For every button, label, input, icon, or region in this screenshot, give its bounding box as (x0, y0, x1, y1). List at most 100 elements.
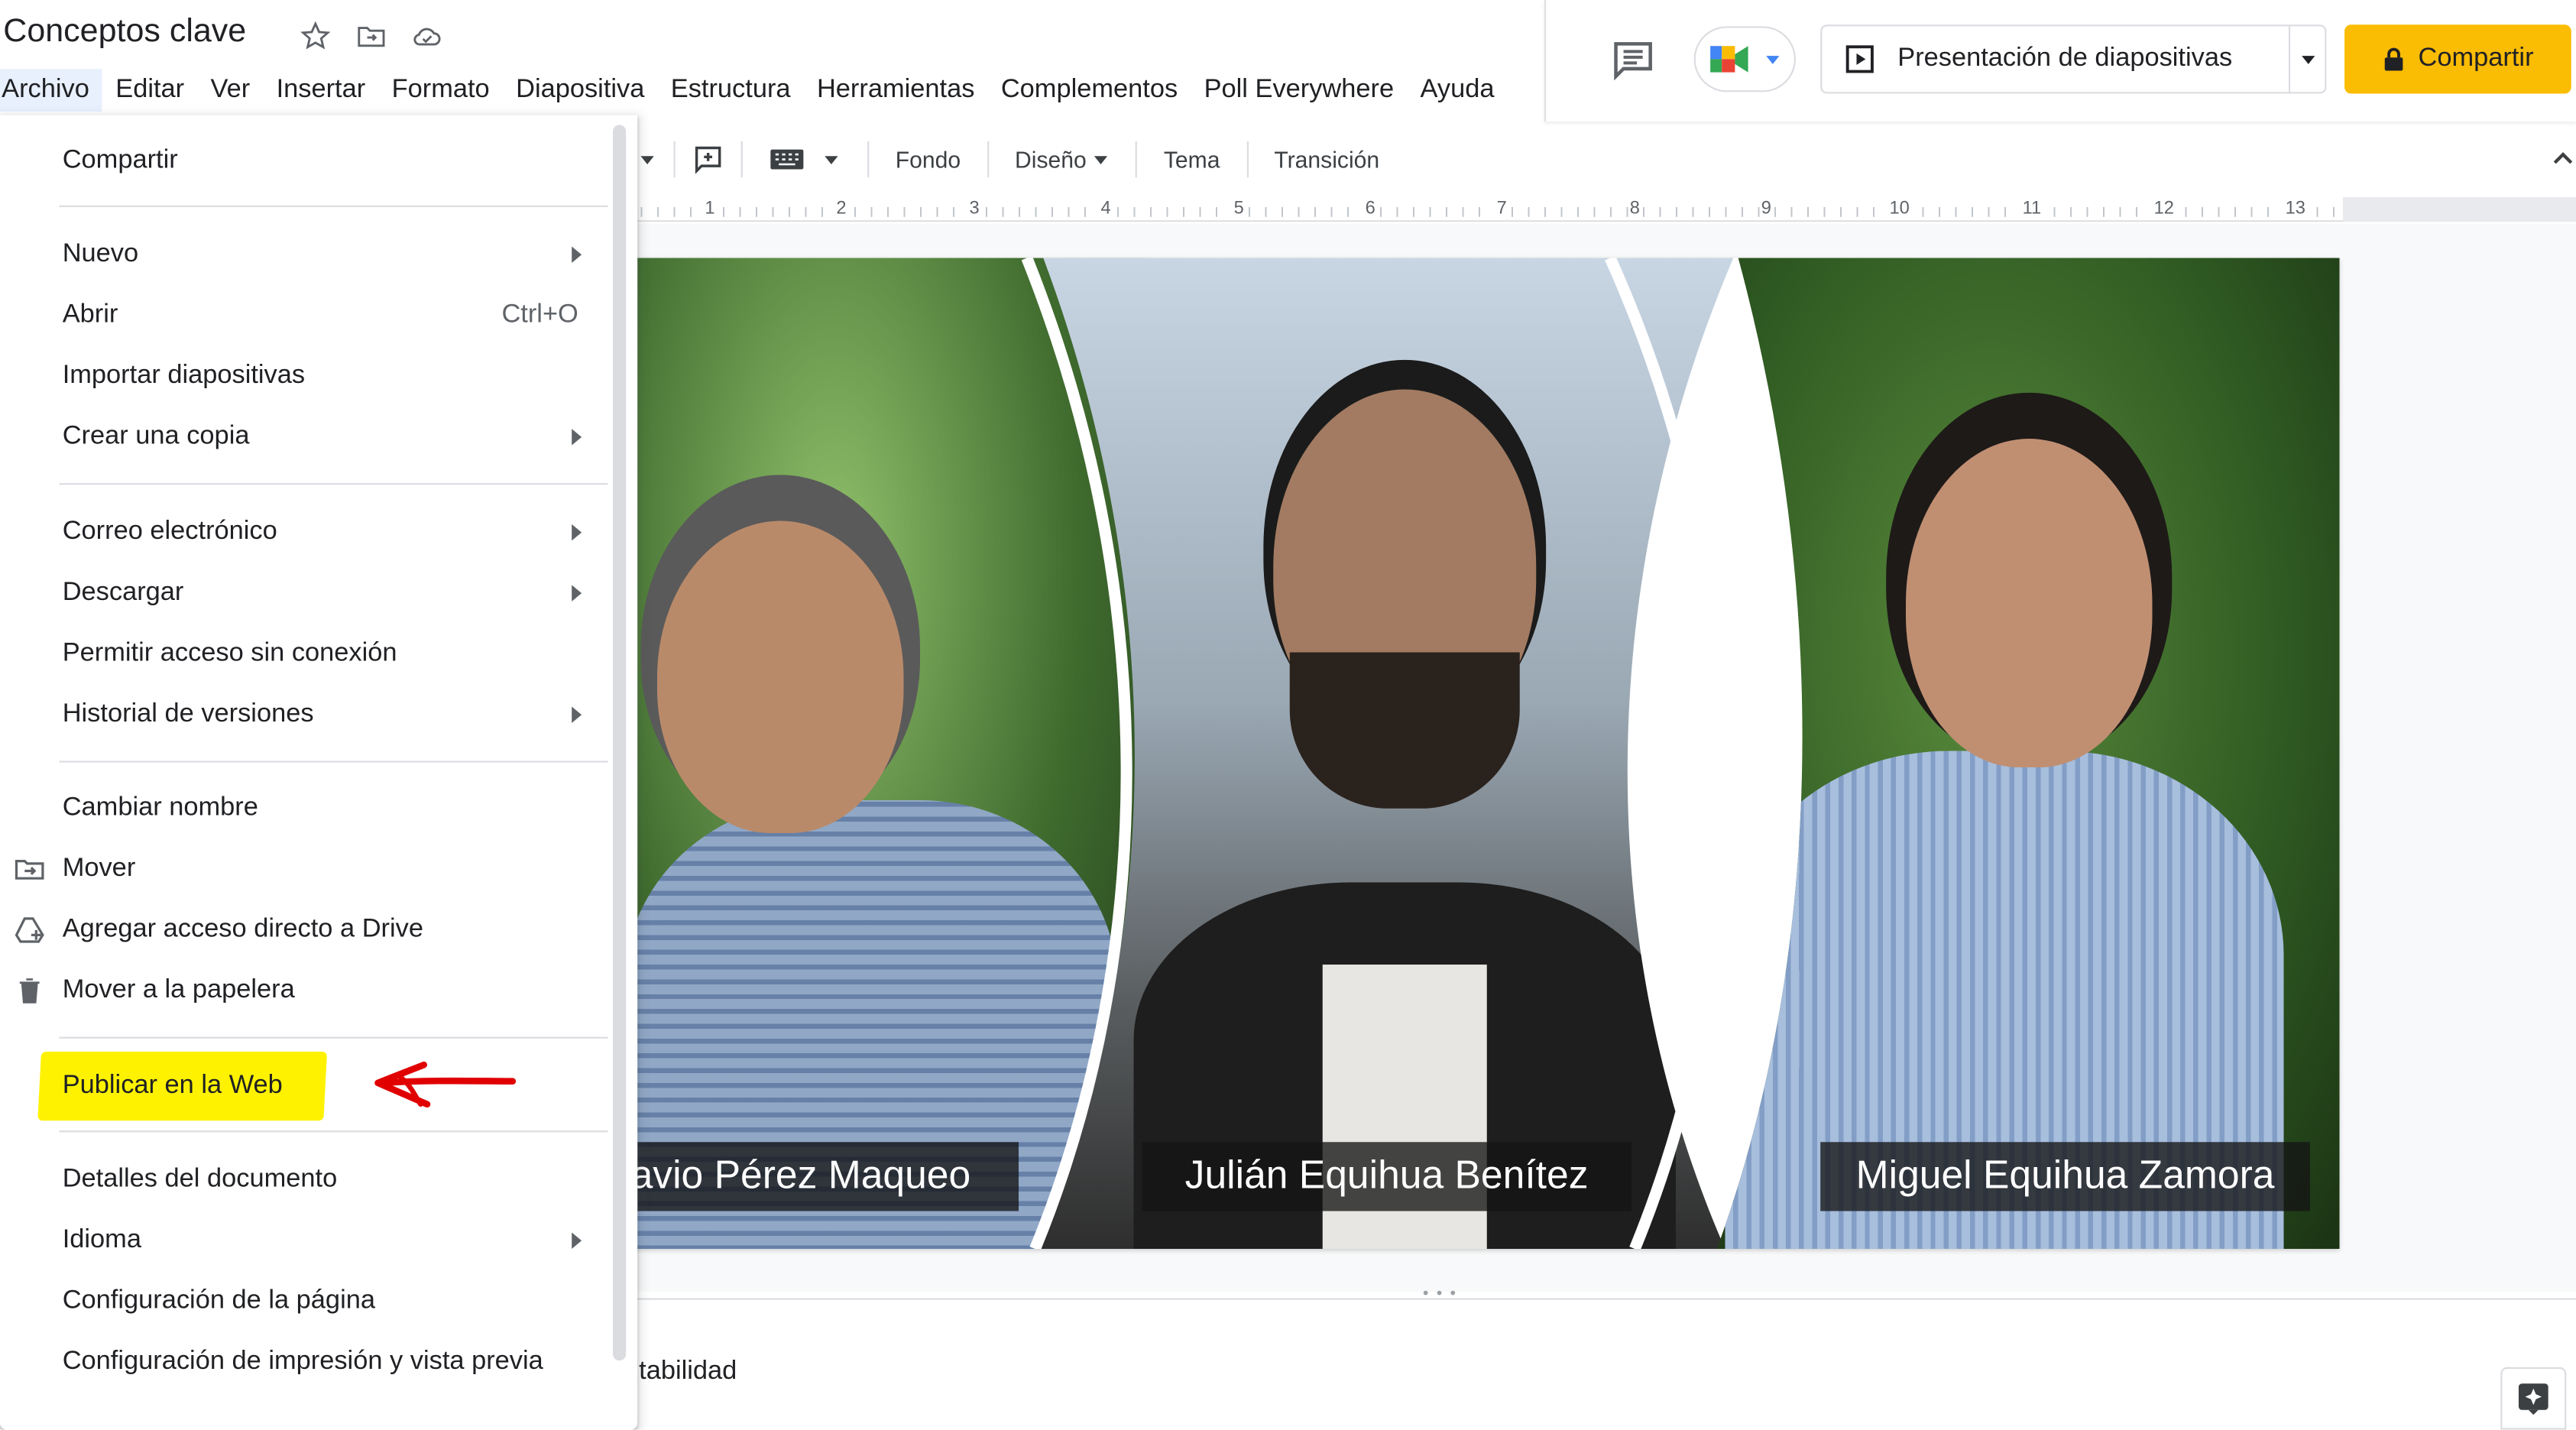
explore-icon (2518, 1383, 2548, 1415)
collapse-menus-icon[interactable] (2550, 144, 2576, 170)
menu-item-mover[interactable]: Mover (0, 840, 611, 899)
input-tools-button[interactable] (759, 141, 851, 177)
menu-item-crear-copia[interactable]: Crear una copia (0, 407, 611, 466)
present-label: Presentación de diapositivas (1897, 44, 2233, 73)
ruler-label: 12 (2152, 199, 2176, 219)
caption-right: Miguel Equihua Zamora (1820, 1142, 2310, 1211)
toolbar-separator (867, 141, 870, 178)
google-slides-window: Conceptos clave Archivo Editar Ver Inser… (0, 0, 2576, 1430)
caption-center: Julián Equihua Benítez (1142, 1142, 1631, 1211)
menu-poll-everywhere[interactable]: Poll Everywhere (1191, 69, 1407, 112)
menu-item-historial-versiones[interactable]: Historial de versiones (0, 686, 611, 744)
add-to-drive-icon (15, 917, 44, 943)
ruler-label: 9 (1759, 199, 1774, 219)
menu-item-label: Detalles del documento (62, 1165, 338, 1193)
menu-item-compartir[interactable]: Compartir (0, 131, 611, 190)
submenu-arrow-icon (572, 1232, 582, 1250)
menu-item-idioma[interactable]: Idioma (0, 1211, 611, 1270)
menu-item-mover-papelera[interactable]: Mover a la papelera (0, 961, 611, 1020)
menu-ver[interactable]: Ver (197, 69, 263, 112)
theme-button[interactable]: Tema (1154, 140, 1230, 180)
submenu-arrow-icon (572, 524, 582, 541)
menu-bar: Archivo Editar Ver Insertar Formato Diap… (0, 66, 1508, 115)
add-comment-icon[interactable] (692, 143, 724, 176)
menu-editar[interactable]: Editar (102, 69, 197, 112)
menu-scrollbar[interactable] (612, 125, 627, 1361)
menu-estructura[interactable]: Estructura (658, 69, 804, 112)
menu-item-descargar[interactable]: Descargar (0, 563, 611, 622)
present-options-dropdown[interactable] (2288, 26, 2325, 92)
toolbar-separator (740, 141, 743, 178)
layout-button[interactable]: Diseño (1005, 140, 1120, 180)
notes-divider (624, 1298, 2576, 1300)
menu-separator (59, 1130, 608, 1133)
menu-item-acceso-directo-drive[interactable]: Agregar acceso directo a Drive (0, 900, 611, 959)
horizontal-ruler[interactable]: 1 2 3 4 5 6 7 8 9 10 11 12 13 (624, 197, 2343, 222)
menu-item-label: Agregar acceso directo a Drive (62, 915, 423, 944)
transition-button[interactable]: Transición (1264, 140, 1389, 180)
ruler-label: 3 (967, 199, 981, 219)
menu-item-abrir[interactable]: Abrir Ctrl+O (0, 286, 611, 345)
share-button[interactable]: Compartir (2344, 24, 2571, 94)
menu-item-correo[interactable]: Correo electrónico (0, 503, 611, 562)
chevron-down-icon (1766, 56, 1780, 64)
menu-item-label: Compartir (62, 146, 178, 174)
menu-item-configuracion-pagina[interactable]: Configuración de la página (0, 1272, 611, 1331)
submenu-arrow-icon (572, 706, 582, 724)
keyboard-icon (770, 149, 804, 170)
menu-item-label: Crear una copia (62, 422, 250, 451)
move-folder-icon[interactable] (355, 20, 387, 53)
ruler-label: 4 (1099, 199, 1113, 219)
ruler-label: 11 (2020, 199, 2043, 219)
meet-button[interactable] (1693, 26, 1796, 92)
document-title[interactable]: Conceptos clave (3, 13, 246, 50)
background-button[interactable]: Fondo (886, 140, 970, 180)
menu-separator (59, 760, 608, 763)
menu-item-cambiar-nombre[interactable]: Cambiar nombre (0, 779, 611, 838)
menu-item-label: Descargar (62, 578, 184, 607)
menu-item-configuracion-impresion[interactable]: Configuración de impresión y vista previ… (0, 1333, 611, 1392)
comment-history-icon[interactable] (1609, 36, 1658, 82)
menu-item-detalles-documento[interactable]: Detalles del documento (0, 1150, 611, 1209)
ruler-label: 1 (703, 199, 717, 219)
menu-item-label: Nuevo (62, 239, 139, 268)
notes-resize-handle[interactable]: • • • (1423, 1285, 1457, 1303)
trash-icon (19, 978, 40, 1004)
submenu-arrow-icon (572, 429, 582, 446)
menu-item-importar-diapositivas[interactable]: Importar diapositivas (0, 347, 611, 406)
menu-separator (59, 205, 608, 207)
menu-ayuda[interactable]: Ayuda (1407, 69, 1507, 112)
slide-canvas[interactable]: avio Pérez Maqueo Julián Equihua Benítez… (624, 258, 2340, 1250)
present-button[interactable]: Presentación de diapositivas (1820, 24, 2327, 94)
menu-item-acceso-sin-conexion[interactable]: Permitir acceso sin conexión (0, 624, 611, 683)
menu-herramientas[interactable]: Herramientas (804, 69, 988, 112)
ruler-label: 2 (834, 199, 848, 219)
ruler-label: 7 (1495, 199, 1508, 219)
file-menu: Compartir Nuevo Abrir Ctrl+O Importar dia… (0, 115, 638, 1430)
speaker-notes[interactable]: ntabilidad (624, 1357, 737, 1387)
toolbar-separator (1136, 141, 1138, 178)
shortcut-label: Ctrl+O (501, 300, 578, 329)
menu-diapositiva[interactable]: Diapositiva (503, 69, 658, 112)
explore-button[interactable] (2500, 1367, 2567, 1430)
menu-formato[interactable]: Formato (378, 69, 502, 112)
move-folder-icon (15, 859, 44, 880)
menu-item-label: Importar diapositivas (62, 362, 306, 390)
menu-item-label: Publicar en la Web (62, 1071, 283, 1100)
menu-item-label: Configuración de la página (62, 1286, 375, 1315)
toolbar: Fondo Diseño Tema Transición (624, 131, 2576, 187)
menu-item-label: Mover (62, 854, 136, 883)
cloud-status-icon[interactable] (411, 20, 444, 53)
star-icon[interactable] (299, 20, 332, 53)
ruler-ticks (624, 206, 2343, 217)
menu-archivo[interactable]: Archivo (0, 69, 103, 112)
menu-complementos[interactable]: Complementos (988, 69, 1191, 112)
menu-item-nuevo[interactable]: Nuevo (0, 225, 611, 284)
caret-down-icon[interactable] (637, 151, 657, 168)
menu-item-label: Mover a la papelera (62, 976, 295, 1004)
caption-left: avio Pérez Maqueo (624, 1142, 1019, 1211)
slide-arc-dividers (1021, 258, 1730, 1250)
ruler-label: 6 (1363, 199, 1377, 219)
menu-insertar[interactable]: Insertar (263, 69, 378, 112)
menu-item-publicar-web[interactable]: Publicar en la Web (0, 1056, 611, 1115)
